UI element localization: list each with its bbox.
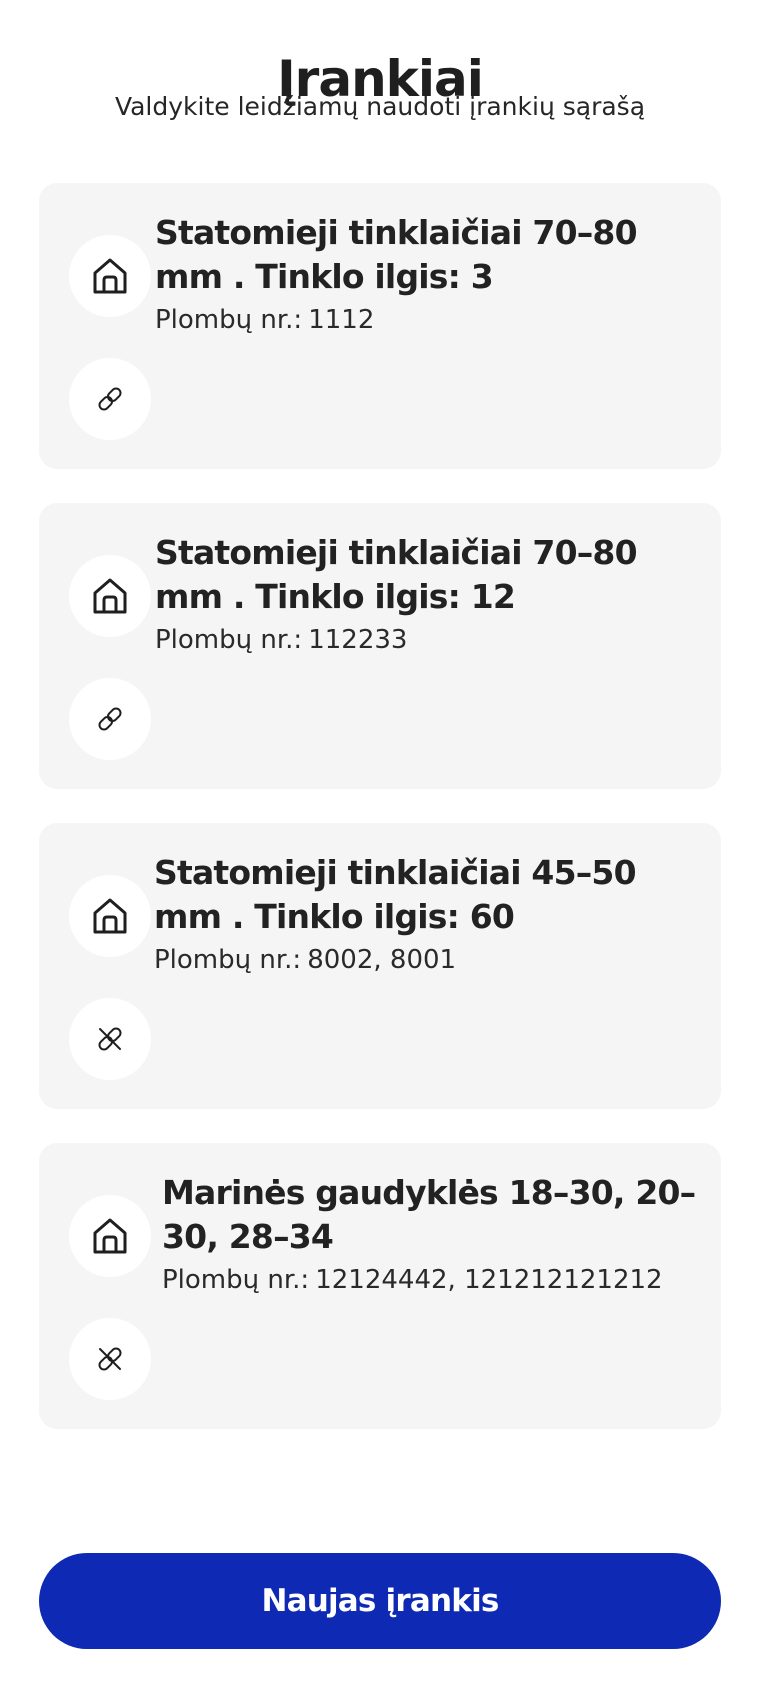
home-icon [91, 576, 129, 616]
seals-value: 8002, 8001 [307, 945, 457, 975]
tool-card[interactable]: Statomieji tinklaičiai 70–80 mm . Tinklo… [39, 183, 721, 469]
unlink-icon [95, 1024, 125, 1054]
seals-label: Plombų nr.: [154, 945, 302, 975]
seals-value: 112233 [308, 625, 408, 655]
home-button[interactable] [69, 1195, 151, 1277]
new-tool-button[interactable]: Naujas įrankis [39, 1553, 721, 1649]
home-icon [91, 1216, 129, 1256]
link-icon [95, 384, 125, 414]
page-subtitle: Valdykite leidžiamų naudoti įrankių sąra… [114, 92, 646, 121]
unlink-icon [95, 1344, 125, 1374]
unlink-button[interactable] [69, 1318, 151, 1400]
home-button[interactable] [69, 235, 151, 317]
seals-label: Plombų nr.: [162, 1265, 310, 1295]
home-button[interactable] [69, 875, 151, 957]
tool-card[interactable]: Statomieji tinklaičiai 70–80 mm . Tinklo… [39, 503, 721, 789]
tool-seals: Plombų nr.: 1112 [155, 303, 374, 337]
unlink-button[interactable] [69, 998, 151, 1080]
seals-label: Plombų nr.: [155, 625, 303, 655]
tool-name: Statomieji tinklaičiai 70–80 mm . Tinklo… [155, 213, 638, 296]
tool-name: Marinės gaudyklės 18–30, 20–30, 28–34 [162, 1173, 696, 1256]
home-icon [91, 896, 129, 936]
tool-name: Statomieji tinklaičiai 45–50 mm . Tinklo… [154, 853, 637, 936]
seals-value: 12124442, 121212121212 [315, 1265, 663, 1295]
home-icon [91, 256, 129, 296]
link-icon [95, 704, 125, 734]
tool-card[interactable]: Marinės gaudyklės 18–30, 20–30, 28–34 Pl… [39, 1143, 721, 1429]
tool-seals: Plombų nr.: 8002, 8001 [154, 943, 456, 977]
link-button[interactable] [69, 678, 151, 760]
seals-value: 1112 [308, 305, 375, 335]
tool-seals: Plombų nr.: 12124442, 121212121212 [162, 1263, 663, 1297]
tool-seals: Plombų nr.: 112233 [155, 623, 407, 657]
tool-name: Statomieji tinklaičiai 70–80 mm . Tinklo… [155, 533, 638, 616]
seals-label: Plombų nr.: [155, 305, 303, 335]
tool-card[interactable]: Statomieji tinklaičiai 45–50 mm . Tinklo… [39, 823, 721, 1109]
home-button[interactable] [69, 555, 151, 637]
link-button[interactable] [69, 358, 151, 440]
